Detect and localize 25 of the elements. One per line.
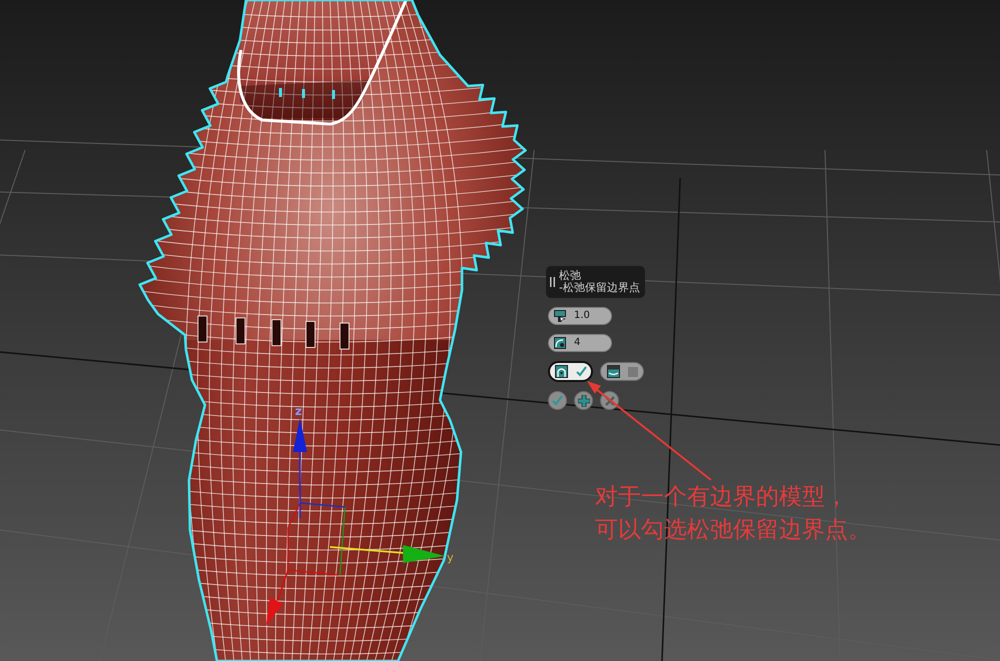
- z-axis-arrow[interactable]: [293, 418, 307, 518]
- axis-label: z: [295, 404, 302, 418]
- arc-dot-icon: [554, 337, 566, 349]
- panel-cursor-icon: [554, 310, 566, 322]
- check-icon: [552, 395, 563, 406]
- iterations-field[interactable]: 4: [548, 334, 612, 352]
- axis-label: y: [447, 551, 454, 564]
- caddy-title: 松弛: [559, 270, 582, 282]
- annotation-text: 对于一个有边界的模型，: [595, 483, 848, 512]
- apply-button[interactable]: [574, 391, 593, 410]
- relax-amount-field[interactable]: 1.0: [548, 307, 612, 325]
- close-icon: [604, 396, 614, 406]
- x-axis-arrow[interactable]: [266, 570, 289, 626]
- caddy-subtitle: -松弛保留边界点: [559, 282, 640, 294]
- plus-icon: [578, 394, 590, 406]
- outer-corners-button[interactable]: [600, 362, 644, 381]
- field-value: 4: [574, 337, 580, 349]
- y-axis-arrow[interactable]: [330, 545, 445, 563]
- ok-button[interactable]: [548, 391, 567, 410]
- annotation-text: 可以勾选松弛保留边界点。: [595, 516, 871, 545]
- grip-icon[interactable]: [550, 277, 555, 287]
- curve-box-icon: [606, 365, 620, 378]
- arch-icon: [554, 365, 568, 378]
- field-value: 1.0: [574, 310, 590, 322]
- keep-boundary-button[interactable]: [548, 361, 593, 382]
